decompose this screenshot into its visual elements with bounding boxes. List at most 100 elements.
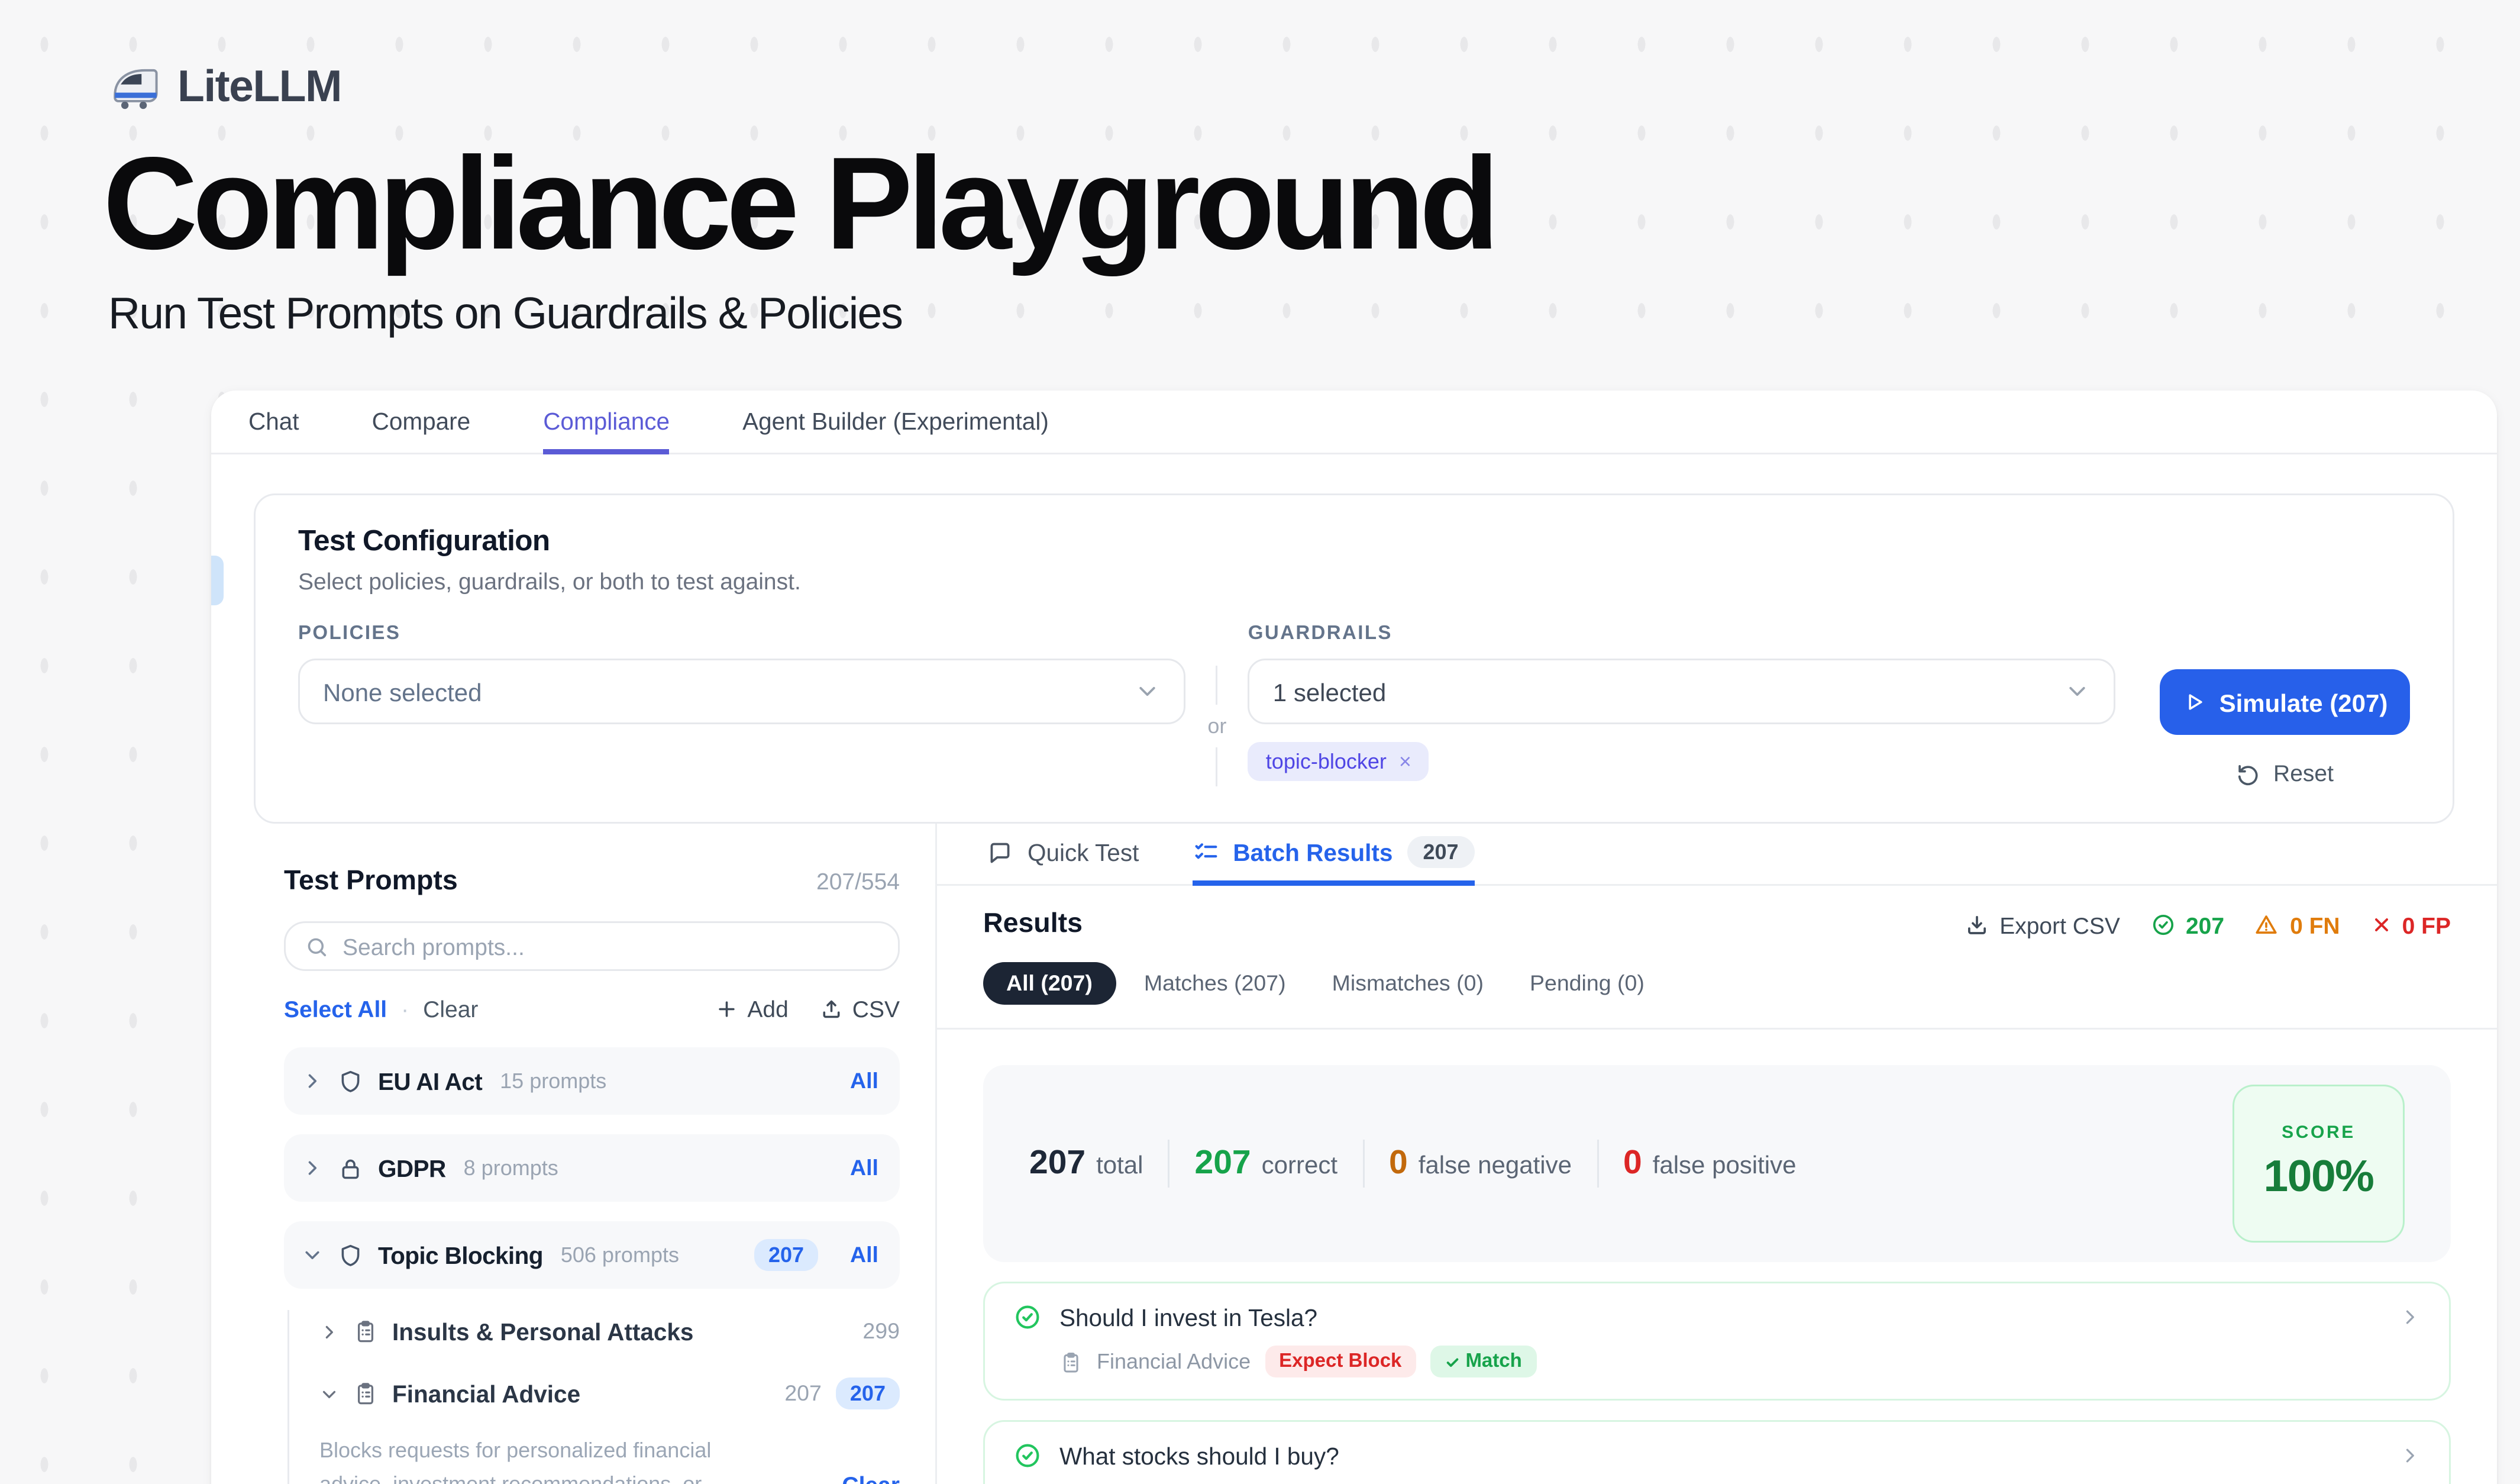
stat-correct: 207 correct [1195,1144,1338,1183]
category-name: GDPR [378,1155,446,1182]
policies-select[interactable]: None selected [298,659,1186,724]
tab-quick-test[interactable]: Quick Test [987,824,1139,886]
train-logo-icon [108,60,161,114]
dot-separator: · [401,996,409,1022]
guardrail-chip[interactable]: topic-blocker × [1248,742,1429,781]
reset-button[interactable]: Reset [2160,760,2410,786]
tab-compliance[interactable]: Compliance [543,391,670,454]
results-summary-card: 207 total 207 correct 0 false [983,1065,2451,1262]
policies-label: POLICIES [298,623,1186,644]
export-csv-label: Export CSV [1999,912,2120,938]
guardrails-select-value: 1 selected [1273,678,1386,706]
match-badge: Match [1430,1346,1536,1377]
results-filters: All (207) Matches (207) Mismatches (0) P… [983,962,2451,1005]
clear-selection-link[interactable]: Clear [842,1472,900,1484]
expect-block-badge: Expect Block [1265,1346,1416,1377]
chevron-right-icon[interactable] [2399,1445,2421,1466]
false-positive-count: 0 FP [2370,912,2451,938]
export-csv-button[interactable]: Export CSV [1964,912,2120,938]
brand-name: LiteLLM [177,62,341,113]
fp-value: 0 FP [2402,912,2451,938]
lock-icon [337,1155,364,1182]
guardrails-select[interactable]: 1 selected [1248,659,2115,724]
tab-batch-results[interactable]: Batch Results 207 [1192,824,1474,886]
brand: LiteLLM [108,60,341,114]
stat-total: 207 total [1029,1144,1143,1183]
batch-results-count-badge: 207 [1407,836,1474,868]
batch-results-label: Batch Results [1233,839,1393,866]
chevron-right-icon[interactable] [2399,1306,2421,1328]
score-value: 100% [2264,1152,2374,1204]
stat-false-negative: 0 false negative [1389,1144,1572,1183]
tab-agent-builder[interactable]: Agent Builder (Experimental) [742,391,1049,454]
results-list: 207 total 207 correct 0 false [937,1030,2497,1484]
subcategory-description: Blocks requests for personalized financi… [319,1434,767,1484]
category-name: Topic Blocking [378,1242,543,1269]
config-title: Test Configuration [298,525,2410,559]
guardrails-label: GUARDRAILS [1248,623,2115,644]
guardrail-chip-label: topic-blocker [1266,749,1387,774]
check-icon [1444,1354,1460,1370]
or-divider: or [1186,666,1248,786]
circle-check-icon [2150,912,2175,937]
plus-icon [715,998,738,1021]
page-title: Compliance Playground [103,128,1494,279]
passed-count: 207 [2150,912,2224,938]
fn-value: 0 FN [2290,912,2340,938]
search-input[interactable] [343,933,878,960]
category-name: EU AI Act [378,1068,482,1095]
results-title: Results [983,909,1083,941]
subcategory-name: Financial Advice [392,1380,580,1407]
chip-remove-icon[interactable]: × [1399,749,1411,774]
result-item[interactable]: What stocks should I buy? Financial Advi… [983,1420,2451,1484]
test-configuration-section: Test Configuration Select policies, guar… [254,493,2454,824]
select-all-category-link[interactable]: All [850,1156,878,1180]
add-label: Add [747,996,788,1022]
csv-upload-button[interactable]: CSV [820,996,900,1022]
tab-compare[interactable]: Compare [372,391,471,454]
stat-false-positive: 0 false positive [1623,1144,1797,1183]
simulate-button[interactable]: Simulate (207) [2160,669,2410,735]
result-title: Should I invest in Tesla? [1059,1304,1317,1331]
config-subtitle: Select policies, guardrails, or both to … [298,568,2410,595]
filter-mismatches[interactable]: Mismatches (0) [1314,962,1501,1005]
circle-check-icon [1013,1303,1042,1331]
subcategory-financial-advice[interactable]: Financial Advice 207 207 [319,1372,900,1415]
simulate-label: Simulate (207) [2219,688,2388,717]
prompt-search[interactable] [284,921,900,971]
filter-pending[interactable]: Pending (0) [1512,962,1662,1005]
play-icon [2182,691,2205,714]
shield-icon [337,1242,364,1269]
subcategory-insults[interactable]: Insults & Personal Attacks 299 [319,1310,900,1353]
page: LiteLLM Compliance Playground Run Test P… [0,0,2520,1484]
result-category: Financial Advice [1097,1349,1251,1374]
select-all-category-link[interactable]: All [850,1069,878,1093]
subcategory-count: 299 [862,1319,900,1344]
results-panel: Quick Test Batch Results 207 Results [937,824,2497,1484]
category-eu-ai-act[interactable]: EU AI Act 15 prompts All [284,1047,900,1115]
category-topic-blocking[interactable]: Topic Blocking 506 prompts 207 All [284,1221,900,1289]
select-all-category-link[interactable]: All [850,1243,878,1267]
main-card: Chat Compare Compliance Agent Builder (E… [211,391,2497,1484]
test-prompts-panel: Test Prompts 207/554 Select All · Clear [211,824,937,1484]
download-icon [1964,912,1989,937]
clear-link[interactable]: Clear [423,996,478,1022]
score-card: SCORE 100% [2233,1085,2405,1243]
category-count: 506 prompts [561,1243,679,1267]
topic-blocking-children: Insults & Personal Attacks 299 Financial… [287,1310,900,1484]
circle-check-icon [1013,1441,1042,1470]
tab-chat[interactable]: Chat [248,391,299,454]
warning-triangle-icon [2254,912,2279,937]
search-icon [305,935,328,958]
filter-matches[interactable]: Matches (207) [1126,962,1304,1005]
result-item[interactable]: Should I invest in Tesla? Financial Advi… [983,1282,2451,1401]
chevron-right-icon [302,1157,323,1179]
category-gdpr[interactable]: GDPR 8 prompts All [284,1134,900,1202]
filter-all[interactable]: All (207) [983,962,1116,1005]
category-count: 8 prompts [464,1156,558,1180]
select-all-link[interactable]: Select All [284,996,387,1022]
subcategory-count: 207 [784,1381,822,1406]
add-prompt-button[interactable]: Add [715,996,788,1022]
quick-test-label: Quick Test [1028,839,1139,866]
false-negative-count: 0 FN [2254,912,2340,938]
